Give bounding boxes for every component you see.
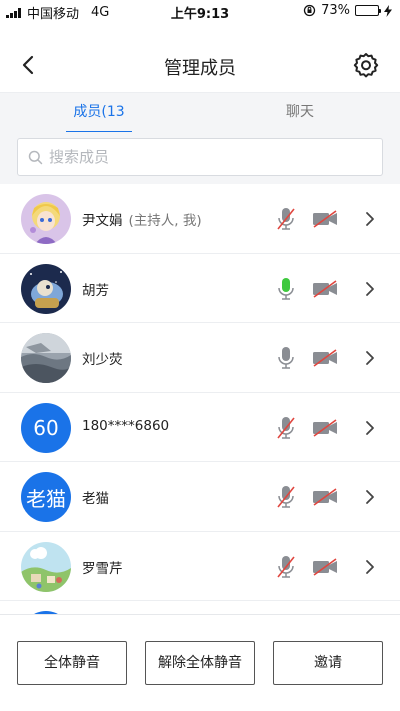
invite-button[interactable]: 邀请	[273, 641, 383, 685]
camera-off-icon[interactable]	[312, 488, 338, 506]
unmute-all-button[interactable]: 解除全体静音	[145, 641, 255, 685]
battery-percent: 73%	[321, 3, 350, 18]
camera-off-icon[interactable]	[312, 349, 338, 367]
status-bar: 中国移动 4G 上午9:13 73%	[0, 0, 400, 22]
member-row[interactable]: 罗雪芹	[0, 532, 400, 601]
member-name-wrap: 刘少荧	[82, 348, 123, 368]
camera-off-icon[interactable]	[312, 418, 338, 437]
nav-bar: 管理成员	[0, 40, 400, 90]
tab-members[interactable]: 成员(13人)	[66, 93, 132, 158]
avatar	[21, 333, 71, 383]
member-row[interactable]: 尹文娟 (主持人, 我)	[0, 184, 400, 254]
member-name-wrap: 尹文娟 (主持人, 我)	[82, 209, 202, 229]
member-role: (主持人, 我)	[128, 213, 202, 229]
avatar	[21, 194, 71, 244]
status-right: 73%	[303, 3, 392, 18]
member-name-wrap: 胡芳	[82, 279, 109, 299]
member-name: 罗雪芹	[82, 560, 123, 577]
charging-icon	[384, 4, 392, 17]
chevron-right-icon[interactable]	[363, 280, 377, 298]
gear-icon[interactable]	[352, 51, 380, 79]
avatar	[21, 541, 71, 592]
member-row[interactable]: 60 180****6860	[0, 393, 400, 462]
member-name-wrap: 老猫	[82, 487, 109, 507]
avatar: 老猫	[21, 472, 71, 522]
member-list: 尹文娟 (主持人, 我) 胡芳 刘少荧 60 180****6860 老猫 老猫…	[0, 184, 400, 614]
chevron-right-icon[interactable]	[363, 210, 377, 228]
anime-girl-avatar-image	[21, 194, 71, 244]
cartoon-landscape-avatar-image	[21, 541, 71, 592]
member-row-partial[interactable]	[0, 601, 400, 614]
member-name-wrap: 罗雪芹	[82, 557, 123, 577]
mic-icon[interactable]	[276, 346, 296, 370]
search-input[interactable]	[49, 148, 349, 166]
orientation-lock-icon	[303, 4, 316, 17]
mic-muted-icon[interactable]	[276, 207, 296, 231]
search-area	[0, 132, 400, 184]
tab-chat[interactable]: 聊天	[270, 93, 330, 133]
mute-all-button[interactable]: 全体静音	[17, 641, 127, 685]
battery-icon	[355, 5, 381, 16]
member-name: 胡芳	[82, 282, 109, 299]
member-row[interactable]: 胡芳	[0, 254, 400, 323]
camera-off-icon[interactable]	[312, 279, 338, 298]
chevron-right-icon[interactable]	[363, 419, 377, 437]
mic-speaking-icon[interactable]	[276, 277, 296, 301]
search-box[interactable]	[17, 138, 383, 176]
bottom-action-bar: 全体静音 解除全体静音 邀请	[0, 614, 400, 711]
mic-muted-icon[interactable]	[276, 555, 296, 579]
avatar: 60	[21, 402, 71, 453]
chevron-right-icon[interactable]	[363, 349, 377, 367]
member-name: 尹文娟	[82, 213, 123, 229]
mic-muted-icon[interactable]	[276, 485, 296, 509]
mic-muted-icon[interactable]	[276, 416, 296, 440]
search-icon	[28, 150, 43, 164]
member-row[interactable]: 老猫 老猫	[0, 462, 400, 532]
member-name: 180****6860	[82, 417, 170, 434]
camera-off-icon[interactable]	[312, 210, 338, 228]
page-title: 管理成员	[164, 58, 236, 79]
sea-photo-avatar-image	[21, 333, 71, 383]
member-name-wrap: 180****6860	[82, 418, 169, 434]
tab-bar: 成员(13人) 聊天	[0, 92, 400, 158]
chevron-right-icon[interactable]	[363, 558, 377, 576]
chevron-right-icon[interactable]	[363, 488, 377, 506]
avatar	[21, 263, 71, 314]
space-cartoon-avatar-image	[21, 263, 71, 314]
member-name: 刘少荧	[82, 352, 123, 368]
member-name: 老猫	[82, 491, 109, 507]
member-row[interactable]: 刘少荧	[0, 323, 400, 393]
camera-off-icon[interactable]	[312, 557, 338, 576]
